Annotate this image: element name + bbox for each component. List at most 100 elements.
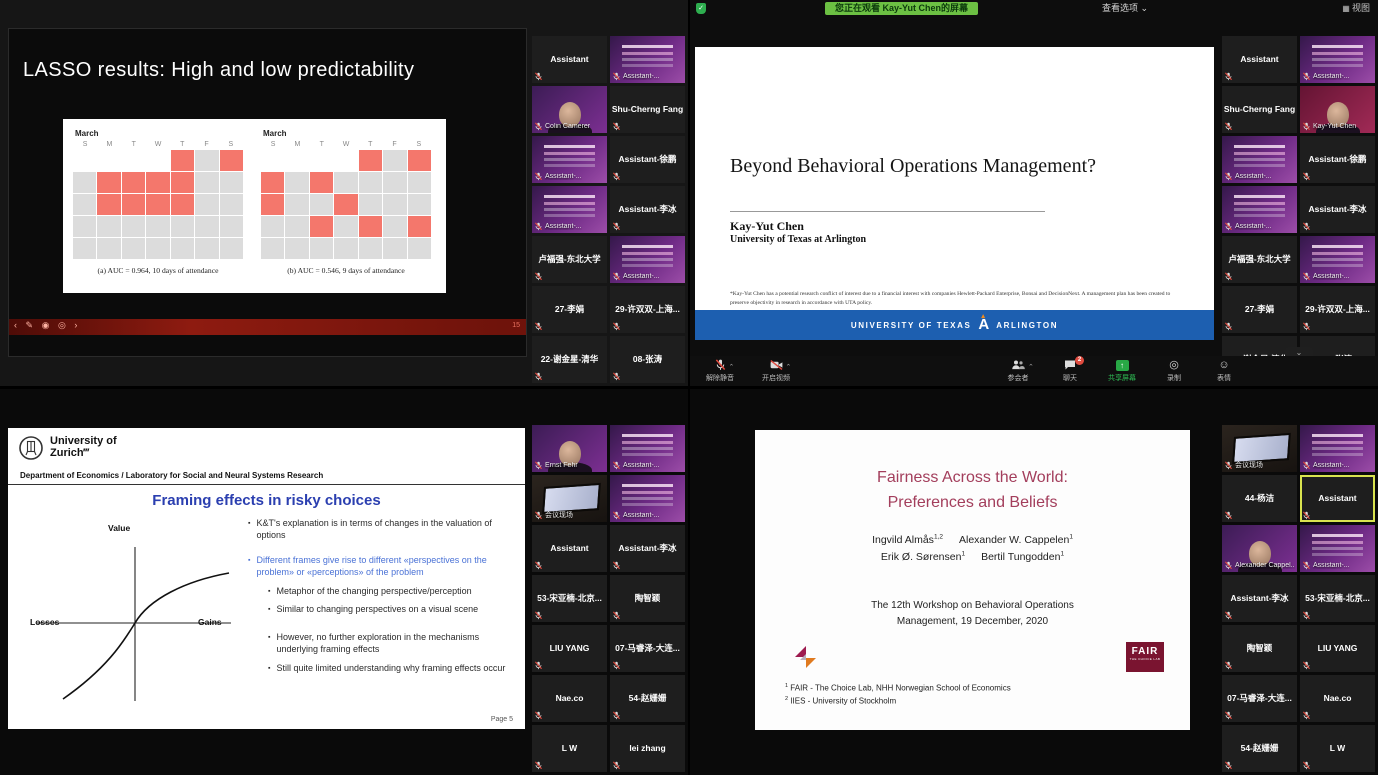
participant-tile-audio[interactable]: Assistant-徐鹏 bbox=[1300, 136, 1375, 183]
security-shield-icon[interactable]: ✓ bbox=[696, 3, 706, 14]
laser-pointer-icon[interactable] bbox=[42, 320, 53, 331]
participant-row: Assistant-...Assistant-徐鹏 bbox=[532, 136, 686, 183]
day-header: M bbox=[97, 141, 121, 148]
participant-tile-poster[interactable]: Assistant-... bbox=[1300, 36, 1375, 83]
tile-foot: Ernst Fehr bbox=[534, 461, 578, 470]
participant-tile-person[interactable]: Ernst Fehr bbox=[532, 425, 607, 472]
calendar-cell bbox=[97, 216, 120, 237]
calendar-cell bbox=[97, 238, 120, 259]
participant-tile-person[interactable]: Kay-Yut Chen bbox=[1300, 86, 1375, 133]
participant-tile-audio[interactable]: Assistant bbox=[532, 36, 607, 83]
record-button[interactable]: ◎ 录制 bbox=[1146, 359, 1202, 383]
participant-tile-poster[interactable]: Assistant-... bbox=[610, 236, 685, 283]
calendar-cell bbox=[359, 238, 382, 259]
participant-tile-audio[interactable]: Assistant-李冰 bbox=[1222, 575, 1297, 622]
participant-tile-audio[interactable]: L W bbox=[1300, 725, 1375, 772]
participant-tile-audio[interactable]: Assistant bbox=[1222, 36, 1297, 83]
unmute-button[interactable]: 解除静音 bbox=[692, 359, 748, 383]
calendar-cell bbox=[146, 150, 169, 171]
participant-tile-poster[interactable]: Assistant-... bbox=[610, 425, 685, 472]
view-button[interactable]: 视图 bbox=[1342, 2, 1370, 15]
participant-tile-person[interactable]: Alexander Cappel... bbox=[1222, 525, 1297, 572]
participant-tile-audio[interactable]: Assistant-李冰 bbox=[610, 525, 685, 572]
participant-tile-audio[interactable]: 53-宋亚楠-北京... bbox=[1300, 575, 1375, 622]
participant-tile-poster[interactable]: Assistant-... bbox=[610, 475, 685, 522]
mic-muted-icon bbox=[534, 222, 543, 231]
participant-tile-audio[interactable]: 54-赵姗姗 bbox=[610, 675, 685, 722]
pen-icon[interactable] bbox=[26, 320, 37, 331]
participant-tile-audio[interactable]: Nae.co bbox=[532, 675, 607, 722]
participant-tile-audio[interactable]: 53-宋亚楠-北京... bbox=[532, 575, 607, 622]
participant-tile-poster[interactable]: Assistant-... bbox=[1222, 136, 1297, 183]
participant-name: Shu-Cherng Fang bbox=[1222, 86, 1297, 133]
participant-tile-audio[interactable]: 陶智颖 bbox=[610, 575, 685, 622]
start-video-button[interactable]: 开启视频 bbox=[748, 359, 804, 383]
participant-tile-audio[interactable]: 07-马睿泽-大连... bbox=[1222, 675, 1297, 722]
share-screen-button[interactable]: ↑ 共享屏幕 bbox=[1094, 359, 1150, 383]
participant-tile-audio[interactable]: 54-赵姗姗 bbox=[1222, 725, 1297, 772]
chat-button[interactable]: 2 聊天 bbox=[1042, 359, 1098, 383]
participant-tile-audio[interactable]: 29-许双双-上海... bbox=[610, 286, 685, 333]
participant-tile-poster[interactable]: Assistant-... bbox=[610, 36, 685, 83]
slide-page-number: 15 bbox=[512, 322, 520, 329]
participant-tile-audio[interactable]: 陶智颖 bbox=[1222, 625, 1297, 672]
participant-tile-audio[interactable]: Assistant bbox=[532, 525, 607, 572]
calendar-month-label: March bbox=[263, 129, 431, 138]
participant-tile-audio[interactable]: Assistant-李冰 bbox=[1300, 186, 1375, 233]
participant-tile-audio[interactable]: Nae.co bbox=[1300, 675, 1375, 722]
tile-foot: Assistant-... bbox=[612, 272, 660, 281]
bullet-marker: ▪ bbox=[248, 555, 250, 578]
participant-name-overlay: Assistant-... bbox=[623, 73, 660, 80]
participants-icon bbox=[990, 359, 1046, 372]
bullet-marker: ▪ bbox=[248, 518, 250, 541]
participant-tile-audio[interactable]: L W bbox=[532, 725, 607, 772]
calendar-cell bbox=[97, 150, 120, 171]
uzh-header: University of Zurich‴ bbox=[18, 435, 117, 461]
calendar-cell bbox=[220, 238, 243, 259]
participant-tile-audio[interactable]: 07-马睿泽-大连... bbox=[610, 625, 685, 672]
participant-tile-tablet[interactable]: 会议现场 bbox=[532, 475, 607, 522]
view-options-dropdown[interactable]: 查看选项 ⌄ bbox=[1102, 2, 1148, 15]
participant-tile-audio[interactable]: 27-李娟 bbox=[532, 286, 607, 333]
participants-button[interactable]: 参会者 bbox=[990, 359, 1046, 383]
participant-tile-audio[interactable]: 44-杨洁 bbox=[1222, 475, 1297, 522]
participant-name-overlay: Assistant-... bbox=[545, 223, 582, 230]
mic-muted-icon bbox=[1302, 122, 1311, 131]
participant-tile-audio[interactable]: 卢福强-东北大学 bbox=[532, 236, 607, 283]
participant-tile-poster[interactable]: Assistant-... bbox=[1222, 186, 1297, 233]
participant-tile-poster[interactable]: Assistant-... bbox=[1300, 236, 1375, 283]
participant-tile-audio[interactable]: Shu-Cherng Fang bbox=[1222, 86, 1297, 133]
participant-tile-audio[interactable]: lei zhang bbox=[610, 725, 685, 772]
participant-tile-poster[interactable]: Assistant-... bbox=[532, 136, 607, 183]
participant-tile-person[interactable]: Colin Camerer bbox=[532, 86, 607, 133]
calendar-cell bbox=[220, 194, 243, 215]
participant-tile-audio[interactable]: 29-许双双-上海... bbox=[1300, 286, 1375, 333]
participant-tile-audio[interactable]: 22-谢金星-清华 bbox=[532, 336, 607, 383]
participant-name: Nae.co bbox=[1300, 675, 1375, 722]
calendar-cell bbox=[122, 216, 145, 237]
shapes-icon[interactable] bbox=[58, 320, 69, 331]
participant-tile-audio[interactable]: Shu-Cherng Fang bbox=[610, 86, 685, 133]
reactions-button[interactable]: ☺ 表情 bbox=[1196, 359, 1252, 383]
participant-tile-audio[interactable]: Assistant-徐鹏 bbox=[610, 136, 685, 183]
participant-tile-audio[interactable]: LIU YANG bbox=[532, 625, 607, 672]
calendar-cell bbox=[122, 172, 145, 193]
participant-tile-poster[interactable]: Assistant-... bbox=[1300, 525, 1375, 572]
previous-slide-icon[interactable] bbox=[14, 320, 20, 330]
next-slide-icon[interactable] bbox=[74, 320, 80, 330]
participant-tile-audio[interactable]: 卢福强-东北大学 bbox=[1222, 236, 1297, 283]
participant-tile-poster[interactable]: Assistant-... bbox=[532, 186, 607, 233]
participant-row: L Wlei zhang bbox=[532, 725, 686, 772]
participant-tile-audio[interactable]: Assistant bbox=[1300, 475, 1375, 522]
participant-tile-audio[interactable]: 08-张涛 bbox=[610, 336, 685, 383]
calendar-cell bbox=[383, 194, 406, 215]
calendar-cell bbox=[171, 172, 194, 193]
participant-tile-audio[interactable]: 27-李娟 bbox=[1222, 286, 1297, 333]
participant-name: Assistant-李冰 bbox=[610, 525, 685, 572]
participant-tile-poster[interactable]: Assistant-... bbox=[1300, 425, 1375, 472]
calendar-grid bbox=[73, 150, 243, 259]
participant-tile-audio[interactable]: LIU YANG bbox=[1300, 625, 1375, 672]
participant-tile-audio[interactable]: Assistant-李冰 bbox=[610, 186, 685, 233]
bullet-marker: ▪ bbox=[268, 663, 270, 675]
participant-tile-tablet[interactable]: 会议现场 bbox=[1222, 425, 1297, 472]
